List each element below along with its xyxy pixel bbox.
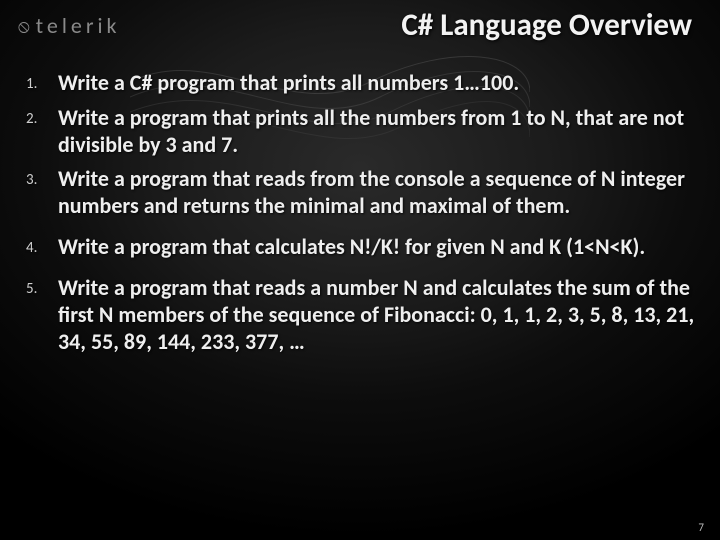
- list-item: Write a program that prints all the numb…: [18, 105, 696, 159]
- brand-logo-mark: ⦸: [18, 15, 30, 37]
- list-item: Write a C# program that prints all numbe…: [18, 70, 696, 97]
- slide: ⦸ telerik C# Language Overview Write a C…: [0, 0, 720, 540]
- content-area: Write a C# program that prints all numbe…: [18, 70, 696, 510]
- brand-logo-text: telerik: [36, 12, 121, 39]
- page-number: 7: [698, 521, 704, 534]
- brand-logo: ⦸ telerik: [18, 12, 121, 39]
- slide-title: C# Language Overview: [260, 6, 692, 44]
- exercise-list: Write a C# program that prints all numbe…: [18, 70, 696, 355]
- list-item: Write a program that reads from the cons…: [18, 166, 696, 220]
- list-item: Write a program that reads a number N an…: [18, 275, 696, 355]
- list-item: Write a program that calculates N!/K! fo…: [18, 234, 696, 261]
